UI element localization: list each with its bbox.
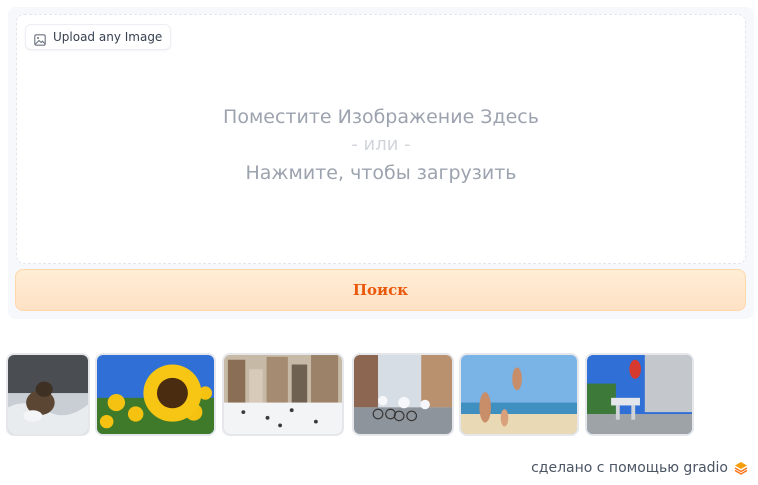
drop-line-or: - или - (351, 134, 411, 155)
drop-line-primary: Поместите Изображение Здесь (223, 106, 539, 128)
footer: сделано с помощью gradio (531, 460, 748, 476)
footer-text[interactable]: сделано с помощью gradio (531, 460, 728, 476)
drop-line-click: Нажмите, чтобы загрузить (245, 162, 517, 184)
example-sunflower[interactable] (95, 353, 216, 436)
example-skateboard[interactable] (585, 353, 694, 436)
image-dropzone[interactable]: Upload any Image Поместите Изображение З… (16, 14, 746, 264)
upload-panel: Upload any Image Поместите Изображение З… (8, 7, 754, 319)
image-icon (34, 31, 46, 46)
upload-badge-label: Upload any Image (53, 30, 163, 44)
example-beach[interactable] (459, 353, 579, 436)
example-cyclists[interactable] (352, 353, 454, 436)
search-button[interactable]: Поиск (15, 269, 746, 311)
gradio-logo-icon (734, 461, 748, 475)
drop-instructions: Поместите Изображение Здесь - или - Нажм… (17, 103, 745, 187)
upload-badge: Upload any Image (25, 24, 172, 50)
example-dog-in-water[interactable] (6, 353, 90, 436)
example-ice-rink[interactable] (222, 353, 344, 436)
